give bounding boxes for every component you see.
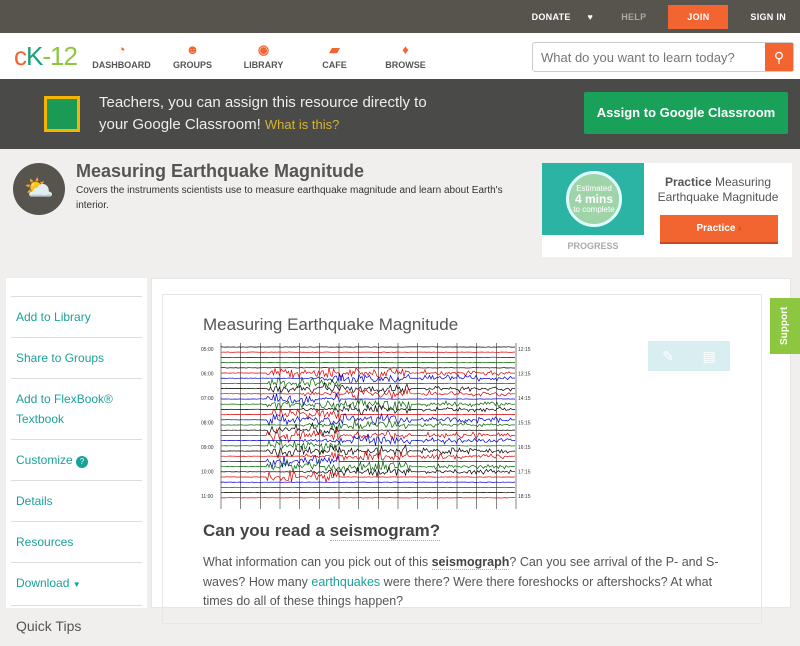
google-classroom-icon [44, 96, 80, 132]
time-label-right: 16:15 [518, 445, 531, 451]
content-card: Measuring Earthquake Magnitude 05:00 06:0… [162, 294, 762, 624]
support-tab[interactable]: Support [770, 298, 800, 354]
sidebar: Add to Library Share to Groups Add to Fl… [6, 278, 147, 608]
sidebar-add-to-library[interactable]: Add to Library [11, 296, 142, 337]
sidebar-download[interactable]: Download ▼ [11, 562, 142, 605]
caret-down-icon: ▼ [73, 580, 81, 589]
sidebar-customize[interactable]: Customize ? [11, 439, 142, 480]
nav-label: LIBRARY [244, 60, 284, 70]
sidebar-add-to-flexbook[interactable]: Add to FlexBook® Textbook [11, 378, 142, 439]
estimate-mins: 4 mins [569, 194, 619, 205]
time-label-left: 11:00 [201, 494, 213, 500]
nav-label: DASHBOARD [92, 60, 151, 70]
weather-icon: ⛅ [13, 163, 65, 215]
seismic-trace [221, 413, 515, 425]
seismic-trace [221, 408, 515, 420]
time-label-right: 15:15 [518, 421, 531, 427]
cafe-icon: ▰ [299, 42, 370, 60]
sign-in-link[interactable]: SIGN IN [736, 12, 800, 22]
time-label-right: 14:15 [518, 396, 531, 402]
paragraph: What information can you pick out of thi… [203, 553, 723, 612]
nav-groups[interactable]: ☻GROUPS [157, 42, 228, 70]
time-label-left: 10:00 [201, 470, 214, 476]
dashboard-icon: ◔ [86, 42, 157, 60]
help-icon[interactable]: ? [76, 456, 88, 468]
banner-text: Teachers, you can assign this resource d… [99, 92, 427, 114]
top-bar: DONATE ♥ HELP JOIN SIGN IN [0, 0, 800, 33]
pencil-icon[interactable]: ✎ [662, 348, 674, 365]
nav-library[interactable]: ◉LIBRARY [228, 42, 299, 70]
page-description: Covers the instruments scientists use to… [76, 183, 516, 213]
heart-icon: ♥ [588, 12, 594, 22]
seismic-trace [221, 450, 515, 460]
main-content: Measuring Earthquake Magnitude 05:00 06:0… [151, 278, 791, 608]
time-label-right: 17:15 [518, 470, 531, 476]
nav-label: GROUPS [173, 60, 212, 70]
seismic-trace [221, 467, 515, 477]
estimate-badge: Estimated4 minsto complete [566, 171, 622, 227]
seismic-trace [221, 378, 515, 388]
page-title: Measuring Earthquake Magnitude [76, 161, 364, 182]
sidebar-resources[interactable]: Resources [11, 521, 142, 562]
time-label-right: 18:15 [518, 494, 531, 500]
help-link[interactable]: HELP [607, 12, 660, 22]
practice-button-label: Practice [696, 223, 735, 234]
para-text: What information can you pick out of thi… [203, 555, 432, 569]
groups-icon: ☻ [157, 42, 228, 60]
earthquakes-link[interactable]: earthquakes [311, 575, 380, 589]
seismic-trace [221, 445, 515, 458]
concept-header: ⛅ Measuring Earthquake Magnitude Covers … [0, 149, 800, 277]
seismic-trace [221, 434, 515, 445]
practice-title-bold: Practice [665, 175, 712, 189]
quick-tips-heading: Quick Tips [11, 605, 142, 646]
seismic-trace [221, 368, 515, 378]
google-classroom-banner: Teachers, you can assign this resource d… [0, 79, 800, 149]
time-label-left: 08:00 [201, 421, 214, 427]
annotation-tools: ✎▤ [648, 341, 730, 371]
chevron-right-icon: › [738, 223, 741, 234]
search-icon: ⚲ [774, 49, 784, 65]
library-icon: ◉ [228, 42, 299, 60]
heading-text: Can you read a [203, 521, 330, 540]
main-nav: cK-12 ◔DASHBOARD ☻GROUPS ◉LIBRARY ▰CAFE … [0, 33, 800, 79]
browse-icon: ♦ [370, 42, 441, 60]
search-button[interactable]: ⚲ [765, 43, 793, 71]
practice-title: Practice Measuring Earthquake Magnitude [648, 175, 788, 205]
join-button[interactable]: JOIN [668, 5, 728, 29]
banner-text-2: your Google Classroom! [99, 116, 261, 133]
customize-label: Customize [16, 453, 73, 467]
complete-label: to complete [573, 205, 614, 214]
nav-label: CAFE [322, 60, 347, 70]
donate-label: DONATE [518, 12, 585, 22]
donate-link[interactable]: DONATE ♥ [504, 12, 608, 22]
progress-label: PROGRESS [542, 241, 644, 251]
ck12-logo[interactable]: cK-12 [14, 41, 86, 72]
nav-cafe[interactable]: ▰CAFE [299, 42, 370, 70]
seismogram-term[interactable]: seismogram? [330, 521, 441, 541]
notes-icon[interactable]: ▤ [703, 348, 716, 365]
seismograph-term[interactable]: seismograph [432, 555, 510, 570]
download-label: Download [16, 576, 69, 590]
time-label-left: 06:00 [201, 372, 214, 378]
what-is-this-link[interactable]: What is this? [265, 117, 339, 132]
practice-card: Estimated4 minsto complete PROGRESS Prac… [542, 163, 792, 257]
sidebar-details[interactable]: Details [11, 480, 142, 521]
search-input[interactable] [533, 43, 765, 71]
search-box: ⚲ [532, 42, 794, 72]
sidebar-share-to-groups[interactable]: Share to Groups [11, 337, 142, 378]
nav-dashboard[interactable]: ◔DASHBOARD [86, 42, 157, 70]
time-label-right: 13:15 [518, 372, 531, 378]
assign-google-classroom-button[interactable]: Assign to Google Classroom [584, 92, 788, 134]
time-label-left: 09:00 [201, 445, 214, 451]
time-label-right: 12:15 [518, 347, 531, 353]
time-label-left: 05:00 [201, 347, 214, 353]
nav-browse[interactable]: ♦BROWSE [370, 42, 441, 70]
nav-label: BROWSE [385, 60, 426, 70]
section-heading: Can you read a seismogram? [203, 521, 440, 541]
time-label-left: 07:00 [201, 396, 214, 402]
practice-button[interactable]: Practice › [660, 215, 778, 244]
practice-image: Estimated4 minsto complete [542, 163, 644, 235]
seismogram-image: 05:00 06:00 07:00 08:00 09:00 10:00 11:00 12:15… [201, 341, 561, 511]
content-title: Measuring Earthquake Magnitude [203, 315, 458, 335]
